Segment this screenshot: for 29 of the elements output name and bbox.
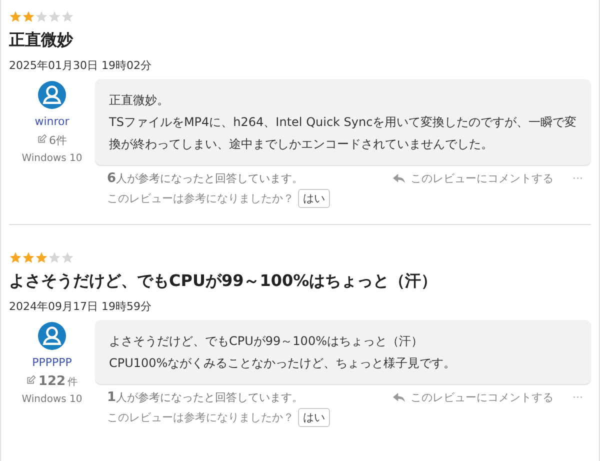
avatar-icon [38, 81, 66, 109]
review-count: 122 [38, 374, 66, 389]
review-count: 6件 [49, 133, 67, 148]
user-os: Windows 10 [22, 394, 82, 405]
review-text: よさそうだけど、でもCPUが99～100%はちょっと（汗） [109, 333, 424, 350]
comment-link[interactable]: このレビューにコメントする [410, 390, 554, 405]
username-link[interactable]: PPPPPP [32, 356, 72, 369]
review-date: 2024年09月17日 19時59分 [9, 299, 152, 314]
review-count-unit: 件 [68, 376, 78, 389]
helpful-question: このレビューは参考になりましたか？ [107, 410, 294, 425]
review-date: 2025年01月30日 19時02分 [9, 58, 152, 73]
edit-icon [37, 134, 47, 144]
review-text: TSファイルをMP4に、h264、Intel Quick Syncを用いて変換したのですが、一瞬で変換が終わってしまい、途中までしかエンコードされていませんでした。 [109, 114, 577, 153]
helpful-count: 6人が参考になったと回答しています。 [107, 171, 304, 186]
yes-button[interactable]: はい [298, 189, 330, 208]
reply-icon [392, 392, 406, 404]
avatar-icon [38, 322, 66, 350]
reply-icon [392, 172, 406, 184]
review-text: 正直微妙。 [109, 92, 170, 109]
helpful-question: このレビューは参考になりましたか？ [107, 191, 294, 206]
user-os: Windows 10 [22, 153, 82, 164]
review-title: 正直微妙 [9, 30, 74, 51]
edit-icon [26, 375, 36, 385]
comment-link[interactable]: このレビューにコメントする [410, 171, 554, 186]
yes-button[interactable]: はい [298, 408, 330, 427]
review-title: よさそうだけど、でもCPUが99～100%はちょっと（汗） [9, 271, 438, 292]
username-link[interactable]: winror [34, 115, 70, 128]
helpful-count: 1人が参考になったと回答しています。 [107, 390, 304, 405]
review-text: CPU100%ながくみることなかったけど、ちょっと様子見です。 [109, 355, 457, 372]
